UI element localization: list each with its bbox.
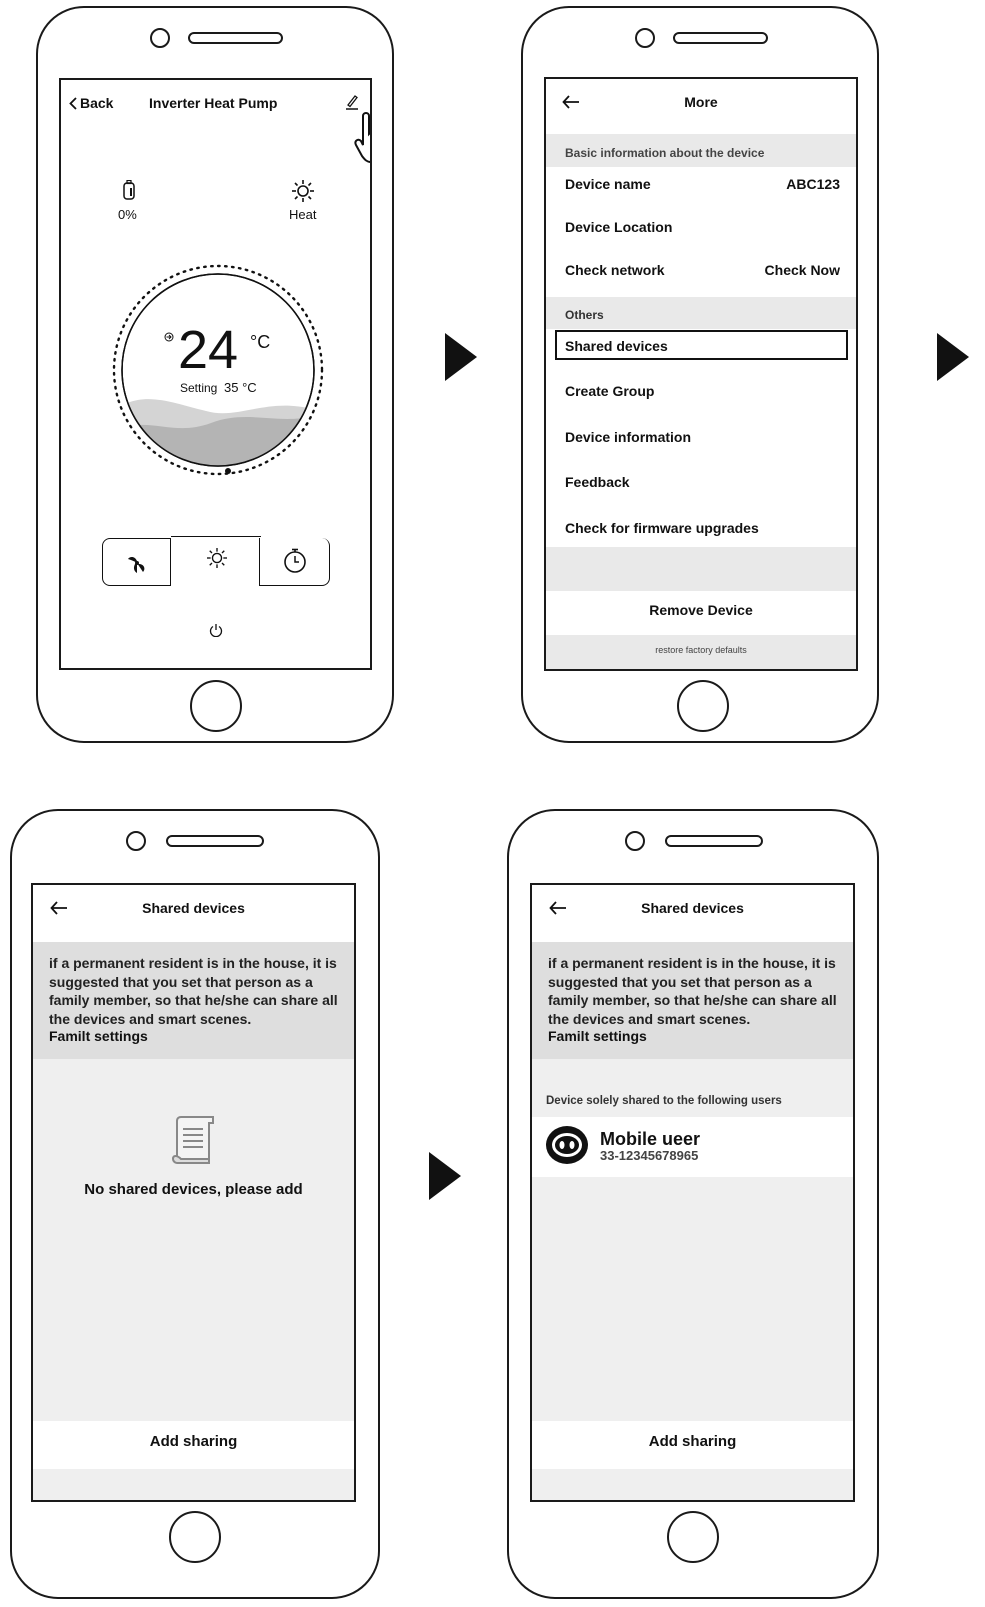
page-title: More xyxy=(684,94,718,110)
power-icon[interactable] xyxy=(209,623,223,637)
mode-tab-bar xyxy=(102,536,330,588)
camera-icon xyxy=(150,28,170,48)
page-title: Shared devices xyxy=(142,900,245,916)
info-text: if a permanent resident is in the house,… xyxy=(548,955,837,1027)
empty-document-icon xyxy=(171,1116,214,1164)
device-information-label: Device information xyxy=(565,429,692,445)
speaker-grille xyxy=(166,835,264,847)
restore-factory-link[interactable]: restore factory defaults xyxy=(546,645,856,655)
device-location-row[interactable]: Device Location xyxy=(546,210,856,250)
list-empty-area xyxy=(532,1177,853,1421)
footer-band xyxy=(33,1469,354,1500)
flow-arrow-right xyxy=(429,1152,461,1200)
empty-state-area: No shared devices, please add xyxy=(33,1059,354,1421)
device-name-value: ABC123 xyxy=(786,176,840,192)
users-section-header: Device solely shared to the following us… xyxy=(532,1059,853,1117)
shared-devices-item[interactable]: Shared devices xyxy=(555,330,848,360)
create-group-item[interactable]: Create Group xyxy=(546,374,856,414)
mode-label: Heat xyxy=(289,207,317,222)
timer-icon xyxy=(284,548,306,573)
screen-shared-devices-list: Shared devices if a permanent resident i… xyxy=(530,883,855,1502)
setting-value: 35 °C xyxy=(224,380,257,395)
spacer-band xyxy=(546,547,856,591)
back-button[interactable]: Back xyxy=(80,95,113,111)
temperature-value: 24 xyxy=(178,320,239,380)
device-location-label: Device Location xyxy=(565,219,673,235)
page-title: Inverter Heat Pump xyxy=(149,95,278,111)
sun-icon xyxy=(207,548,227,568)
home-button[interactable] xyxy=(169,1511,221,1563)
footer-band xyxy=(532,1469,853,1500)
home-button[interactable] xyxy=(677,680,729,732)
feedback-label: Feedback xyxy=(565,474,630,490)
add-sharing-button[interactable]: Add sharing xyxy=(33,1433,354,1450)
temperature-unit: °C xyxy=(250,332,271,352)
home-button[interactable] xyxy=(667,1511,719,1563)
edit-pencil-icon[interactable] xyxy=(345,94,359,110)
speaker-grille xyxy=(188,32,283,44)
check-network-label: Check network xyxy=(565,262,665,278)
device-name-label: Device name xyxy=(565,176,651,192)
speaker-grille xyxy=(673,32,768,44)
remove-device-button[interactable]: Remove Device xyxy=(546,602,856,618)
setting-label: Setting xyxy=(180,381,218,395)
firmware-upgrades-label: Check for firmware upgrades xyxy=(565,520,759,536)
user-avatar-icon xyxy=(546,1126,588,1164)
flow-arrow-right xyxy=(445,333,477,381)
screen-more: More Basic information about the device … xyxy=(544,77,858,671)
check-network-row[interactable]: Check network Check Now xyxy=(546,253,856,293)
page-title: Shared devices xyxy=(641,900,744,916)
empty-state-text: No shared devices, please add xyxy=(84,1181,303,1198)
sun-icon xyxy=(292,180,314,202)
screen-shared-devices-empty: Shared devices if a permanent resident i… xyxy=(31,883,356,1502)
humidity-value: 0% xyxy=(118,207,137,222)
device-name-row[interactable]: Device name ABC123 xyxy=(546,167,856,207)
device-information-item[interactable]: Device information xyxy=(546,420,856,460)
create-group-label: Create Group xyxy=(565,383,655,399)
info-banner: if a permanent resident is in the house,… xyxy=(532,942,853,1059)
fan-icon xyxy=(128,556,145,573)
firmware-upgrades-item[interactable]: Check for firmware upgrades xyxy=(546,511,856,551)
temperature-arrow-icon xyxy=(164,332,174,342)
camera-icon xyxy=(635,28,655,48)
camera-icon xyxy=(625,831,645,851)
section-others-label: Others xyxy=(565,308,604,322)
home-button[interactable] xyxy=(190,680,242,732)
info-banner: if a permanent resident is in the house,… xyxy=(33,942,354,1059)
section-basic-label: Basic information about the device xyxy=(565,146,765,160)
family-settings-link[interactable]: Familt settings xyxy=(548,1028,647,1044)
shared-devices-label: Shared devices xyxy=(565,338,668,354)
tap-hand-icon xyxy=(354,112,370,163)
users-section-label: Device solely shared to the following us… xyxy=(546,1095,782,1107)
check-now-link[interactable]: Check Now xyxy=(765,262,840,278)
feedback-item[interactable]: Feedback xyxy=(546,465,856,505)
user-name: Mobile ueer xyxy=(600,1129,701,1149)
family-settings-link[interactable]: Familt settings xyxy=(49,1028,148,1044)
add-sharing-button[interactable]: Add sharing xyxy=(532,1433,853,1450)
shared-user-row[interactable]: Mobile ueer 33-12345678965 xyxy=(532,1117,853,1177)
camera-icon xyxy=(126,831,146,851)
back-chevron-icon[interactable] xyxy=(69,97,77,110)
water-tank-icon xyxy=(123,180,135,200)
info-text: if a permanent resident is in the house,… xyxy=(49,955,338,1027)
speaker-grille xyxy=(665,835,763,847)
screen-heat-pump: Back Inverter Heat Pump 0% Heat 24 °C Se… xyxy=(59,78,372,670)
user-phone: 33-12345678965 xyxy=(600,1148,699,1163)
flow-arrow-right xyxy=(937,333,969,381)
